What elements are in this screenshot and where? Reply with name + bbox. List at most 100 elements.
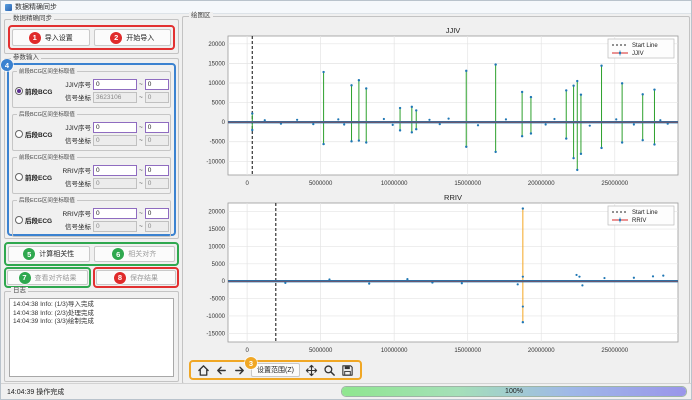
jjiv-index-end-input[interactable] — [145, 79, 169, 90]
svg-text:JJIV: JJIV — [446, 26, 461, 35]
correlation-align-label: 相关对齐 — [128, 249, 156, 259]
import-settings-button[interactable]: 1 导入设置 — [12, 29, 90, 46]
start-import-label: 开始导入 — [126, 33, 154, 43]
status-bar: 14:04:39 操作完成 100% — [1, 383, 691, 399]
set-range-button[interactable]: 3 设置范围(Z) — [251, 363, 300, 377]
back-icon[interactable] — [215, 364, 228, 377]
plot-area-group: 绘图区 050000001000000015000000200000002500… — [182, 16, 690, 384]
step-badge-7: 7 — [19, 272, 31, 284]
save-result-button[interactable]: 8 保存结果 — [96, 270, 176, 285]
plot-toolbar: 3 设置范围(Z) — [189, 360, 362, 380]
svg-text:0: 0 — [245, 181, 249, 187]
svg-text:Start Line: Start Line — [632, 210, 658, 216]
step-badge-3: 3 — [245, 357, 257, 369]
rriv-index-end-input[interactable] — [145, 165, 169, 176]
radio-icon — [15, 216, 23, 224]
jjiv-index-end-input[interactable] — [145, 122, 169, 133]
app-icon — [5, 4, 12, 11]
plot-area-title: 绘图区 — [189, 12, 213, 20]
radio-icon — [15, 130, 23, 138]
signal-coord-start-input[interactable] — [93, 221, 137, 232]
progress-label: 100% — [342, 387, 686, 396]
step-badge-6: 6 — [112, 248, 124, 260]
jjiv-chart[interactable]: 0500000010000000150000002000000025000000… — [188, 24, 684, 191]
step-badge-2: 2 — [110, 32, 122, 44]
annotation-box-import: 1 导入设置 2 开始导入 — [8, 25, 175, 50]
annotation-box-calc-align: 5 计算相关性 6 相关对齐 — [4, 242, 179, 266]
svg-text:-5000: -5000 — [210, 140, 226, 146]
svg-text:15000: 15000 — [208, 227, 225, 233]
svg-text:0: 0 — [222, 120, 226, 126]
signal-coord-end-input[interactable] — [145, 221, 169, 232]
svg-text:10000: 10000 — [208, 244, 225, 250]
signal-coord-start-input[interactable] — [93, 92, 137, 103]
param-group-front-bcg: 前段BCG区间坐标取值 前段BCG JJIV序号 ~ 信号坐标 — [12, 71, 171, 108]
svg-text:10000: 10000 — [208, 81, 225, 87]
forward-icon[interactable] — [233, 364, 246, 377]
save-result-label: 保存结果 — [130, 273, 158, 283]
param-group-rear-ecg: 后段ECG区间坐标取值 后段ECG RRIV序号 ~ 信号坐标 — [12, 200, 171, 237]
step-badge-4: 4 — [1, 59, 13, 71]
svg-text:5000000: 5000000 — [309, 181, 333, 187]
svg-text:20000000: 20000000 — [528, 181, 555, 187]
annotation-box-params: 前段BCG区间坐标取值 前段BCG JJIV序号 ~ 信号坐标 — [7, 63, 176, 236]
svg-text:20000000: 20000000 — [528, 348, 555, 354]
svg-text:JJIV: JJIV — [632, 51, 644, 57]
param-group-title: 后段BCG区间坐标取值 — [17, 111, 77, 119]
svg-text:10000000: 10000000 — [381, 348, 408, 354]
import-settings-label: 导入设置 — [45, 33, 73, 43]
svg-text:25000000: 25000000 — [601, 181, 628, 187]
jjiv-index-start-input[interactable] — [93, 122, 137, 133]
svg-text:5000: 5000 — [212, 101, 226, 107]
rriv-index-end-input[interactable] — [145, 208, 169, 219]
signal-coord-end-input[interactable] — [145, 135, 169, 146]
home-icon[interactable] — [197, 364, 210, 377]
param-group-title: 前段ECG区间坐标取值 — [17, 154, 77, 162]
correlation-align-button[interactable]: 6 相关对齐 — [94, 246, 176, 262]
start-import-button[interactable]: 2 开始导入 — [94, 29, 172, 46]
window-title: 数据精确同步 — [15, 2, 57, 12]
svg-text:25000000: 25000000 — [601, 348, 628, 354]
log-list[interactable]: 14:04:38 Info: (1/3)导入完成 14:04:38 Info: … — [9, 298, 174, 377]
signal-coord-end-input[interactable] — [145, 178, 169, 189]
signal-coord-start-input[interactable] — [93, 135, 137, 146]
pan-icon[interactable] — [305, 364, 318, 377]
save-icon[interactable] — [341, 364, 354, 377]
log-line: 14:04:38 Info: (2/3)处理完成 — [13, 310, 170, 319]
signal-coord-start-input[interactable] — [93, 178, 137, 189]
radio-rear-bcg[interactable]: 后段BCG — [15, 129, 59, 139]
step-badge-1: 1 — [29, 32, 41, 44]
step-badge-5: 5 — [23, 248, 35, 260]
app-window: { "window": { "title": "数据精确同步" }, "left… — [0, 0, 692, 400]
svg-text:5000000: 5000000 — [309, 348, 333, 354]
param-input-group: 参数输入 4 前段BCG区间坐标取值 前段BCG JJIV序号 ~ — [4, 58, 179, 239]
set-range-label: 设置范围(Z) — [257, 365, 294, 375]
svg-text:-15000: -15000 — [206, 331, 225, 337]
zoom-icon[interactable] — [323, 364, 336, 377]
rriv-chart[interactable]: 0500000010000000150000002000000025000000… — [188, 191, 684, 358]
jjiv-index-start-input[interactable] — [93, 79, 137, 90]
calc-correlation-button[interactable]: 5 计算相关性 — [8, 246, 90, 262]
progress-bar: 100% — [341, 386, 687, 397]
rriv-index-start-input[interactable] — [93, 208, 137, 219]
param-group-title: 后段ECG区间坐标取值 — [17, 197, 77, 205]
calc-correlation-label: 计算相关性 — [39, 249, 74, 259]
rriv-index-start-input[interactable] — [93, 165, 137, 176]
radio-rear-ecg[interactable]: 后段ECG — [15, 215, 59, 225]
param-group-front-ecg: 前段ECG区间坐标取值 前段ECG RRIV序号 ~ 信号坐标 — [12, 157, 171, 194]
log-line: 14:04:39 Info: (3/3)绘制完成 — [13, 318, 170, 327]
view-align-result-button[interactable]: 7 查看对齐结果 — [7, 270, 88, 285]
annotation-box-view: 7 查看对齐结果 — [4, 267, 91, 288]
annotation-box-save: 8 保存结果 — [93, 267, 179, 288]
status-text: 14:04:39 操作完成 — [1, 387, 64, 397]
title-bar: 数据精确同步 — [1, 1, 691, 14]
radio-front-ecg[interactable]: 前段ECG — [15, 172, 59, 182]
sync-group: 数据精确同步 1 导入设置 2 开始导入 — [4, 19, 179, 54]
svg-text:15000: 15000 — [208, 61, 225, 67]
svg-text:0: 0 — [222, 279, 226, 285]
signal-coord-end-input[interactable] — [145, 92, 169, 103]
radio-icon — [15, 87, 23, 95]
radio-front-bcg[interactable]: 前段BCG — [15, 86, 59, 96]
step-badge-8: 8 — [114, 272, 126, 284]
svg-text:20000: 20000 — [208, 210, 225, 216]
